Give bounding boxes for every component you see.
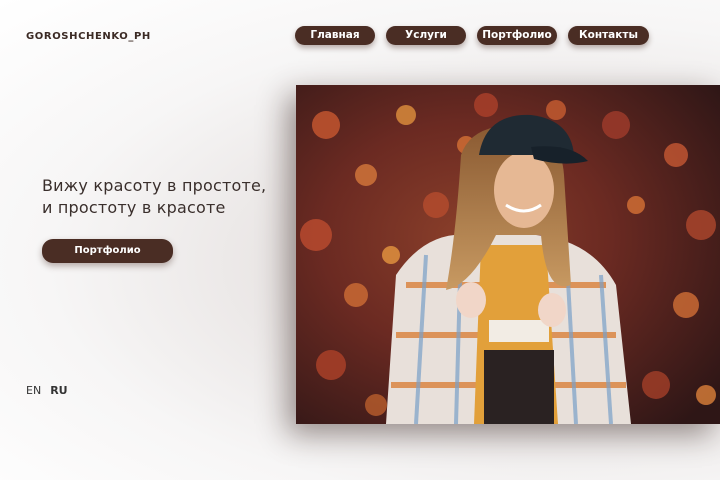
lang-en-link[interactable]: EN bbox=[26, 384, 41, 397]
tagline-line-1: Вижу красоту в простоте, bbox=[42, 176, 267, 195]
nav-contacts-button[interactable]: Контакты bbox=[568, 26, 649, 45]
language-switcher: EN RU bbox=[26, 384, 68, 397]
hero-tagline: Вижу красоту в простоте, и простоту в кр… bbox=[42, 175, 266, 219]
hero-photo bbox=[296, 85, 720, 424]
logo[interactable]: GOROSHCHENKO_PH bbox=[26, 31, 151, 42]
portfolio-cta-button[interactable]: Портфолио bbox=[42, 239, 173, 263]
hero-photo-image bbox=[296, 85, 720, 424]
nav-services-button[interactable]: Услуги bbox=[386, 26, 466, 45]
lang-ru-link[interactable]: RU bbox=[50, 384, 67, 397]
tagline-line-2: и простоту в красоте bbox=[42, 198, 226, 217]
nav-portfolio-button[interactable]: Портфолио bbox=[477, 26, 557, 45]
nav-home-button[interactable]: Главная bbox=[295, 26, 375, 45]
main-nav: Главная Услуги Портфолио Контакты bbox=[295, 26, 649, 45]
